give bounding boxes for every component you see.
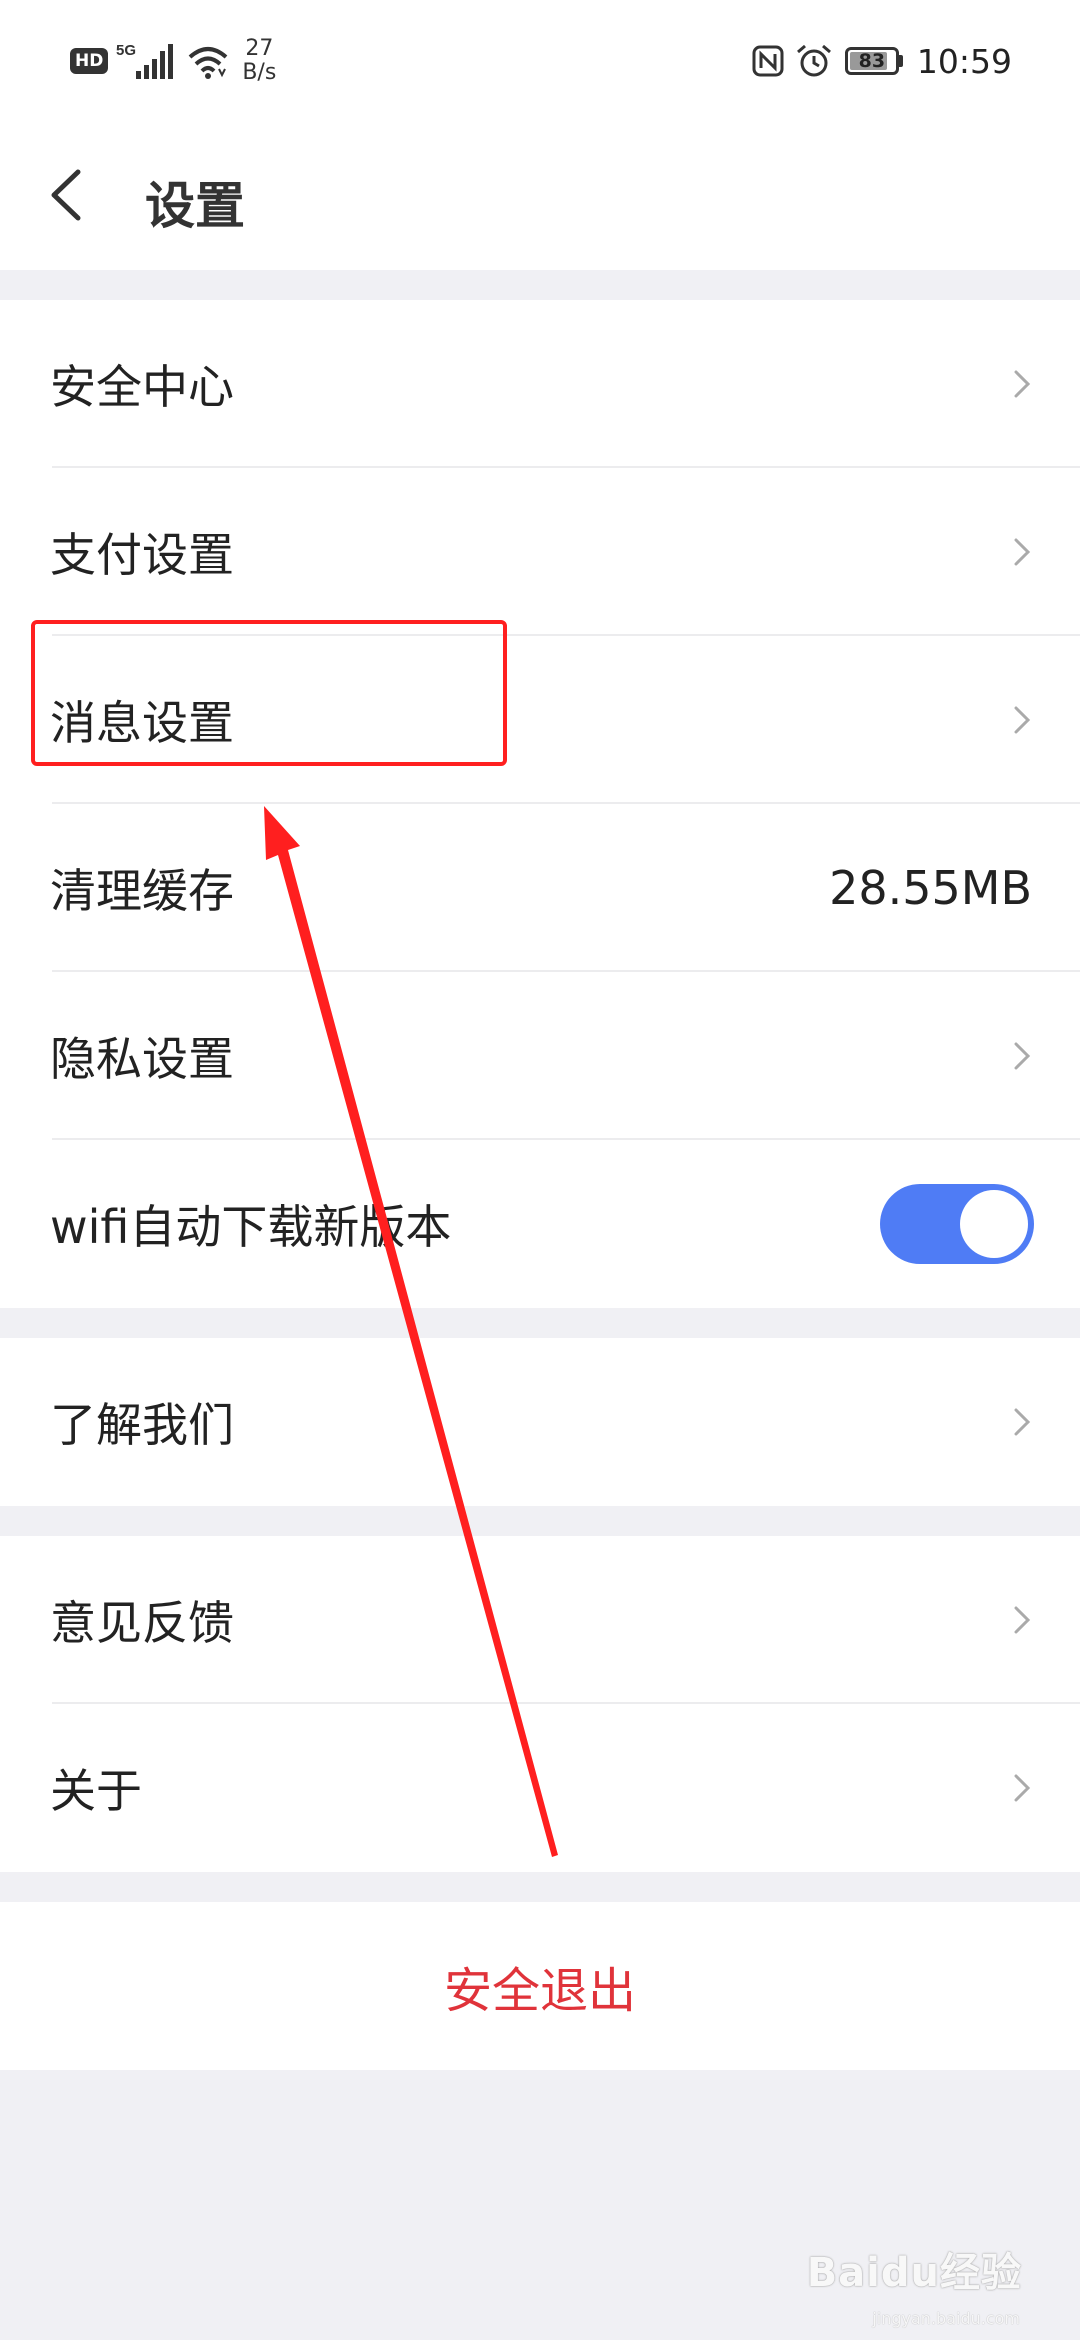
annotation-arrow xyxy=(264,806,558,1857)
watermark-url: jingyan.baidu.com xyxy=(872,2309,1020,2328)
watermark-logo: Baidu经验 xyxy=(806,2250,1022,2296)
